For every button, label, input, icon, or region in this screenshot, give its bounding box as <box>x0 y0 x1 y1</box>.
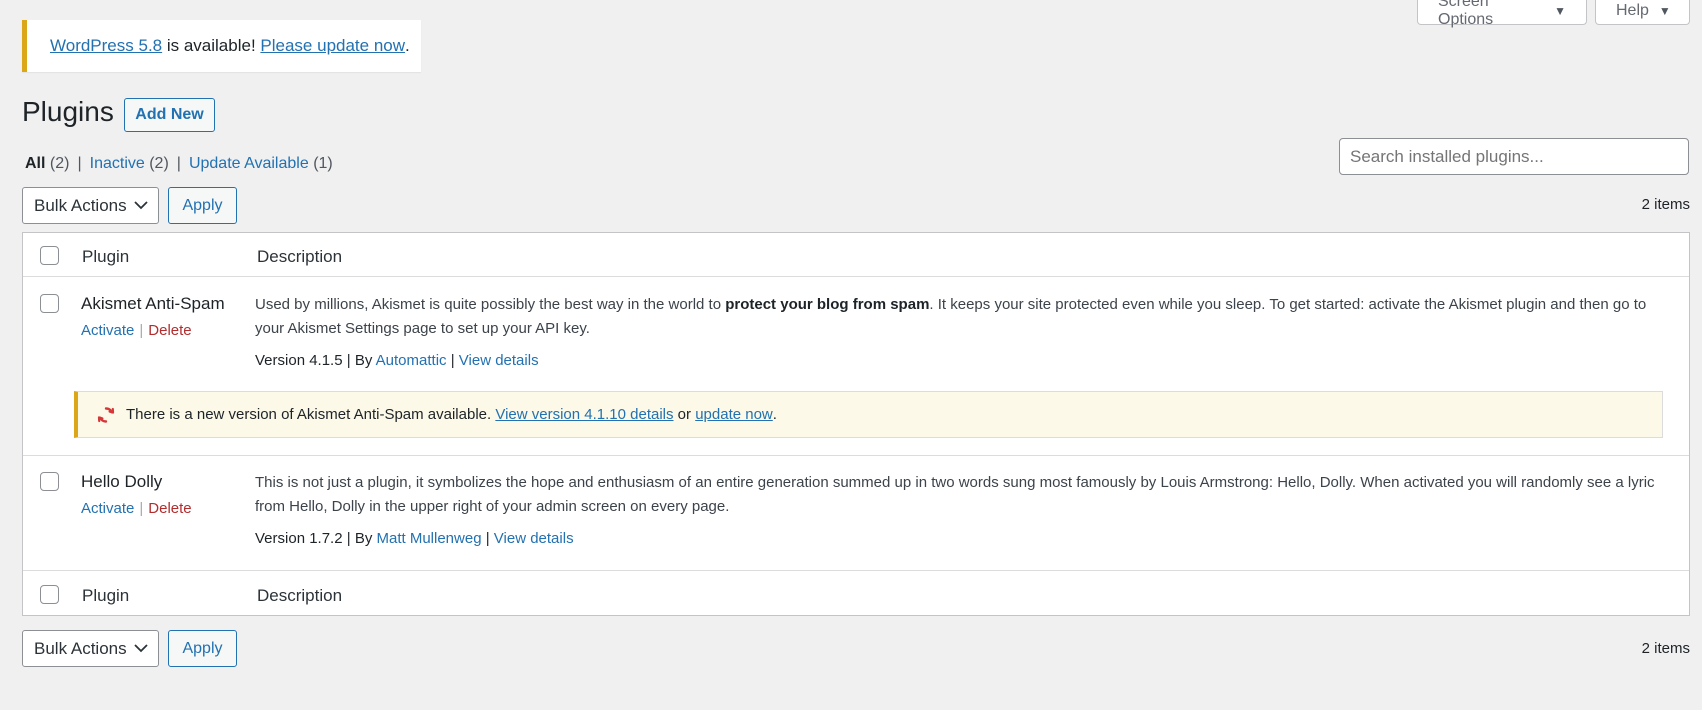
bulk-actions-select-top[interactable]: Bulk Actions <box>22 187 159 224</box>
search-plugins-input[interactable] <box>1339 138 1689 175</box>
activate-link[interactable]: Activate <box>81 322 134 339</box>
bulk-actions-label: Bulk Actions <box>34 195 127 215</box>
plugin-author-link[interactable]: Automattic <box>376 352 447 369</box>
plugin-version: Version 4.1.5 <box>255 352 343 369</box>
activate-link[interactable]: Activate <box>81 500 134 517</box>
column-footer-plugin[interactable]: Plugin <box>82 586 129 606</box>
help-label: Help <box>1616 2 1649 19</box>
delete-link[interactable]: Delete <box>148 500 191 517</box>
filter-inactive[interactable]: Inactive (2) <box>90 155 169 173</box>
filter-update-available[interactable]: Update Available (1) <box>189 155 333 173</box>
view-details-link[interactable]: View details <box>494 530 574 547</box>
chevron-down-icon <box>134 199 148 213</box>
caret-down-icon: ▼ <box>1554 4 1566 18</box>
plugin-version-line: Version 4.1.5 | By Automattic | View det… <box>255 352 539 369</box>
filter-inactive-label: Inactive <box>89 155 145 172</box>
update-notice-end: . <box>772 406 777 423</box>
plugin-name: Hello Dolly <box>81 472 163 491</box>
filter-update-available-count: (1) <box>313 155 333 172</box>
meta-separator: | <box>485 530 490 547</box>
please-update-link[interactable]: Please update now <box>260 36 405 56</box>
update-nag: WordPress 5.8 is available! Please updat… <box>22 20 421 72</box>
by-label: By <box>354 530 373 547</box>
description-bold-text: protect your blog from spam <box>725 296 930 313</box>
items-count-bottom: 2 items <box>1641 640 1690 657</box>
row-action-separator: | <box>139 322 144 339</box>
view-details-link[interactable]: View details <box>459 352 539 369</box>
update-notice-text: There is a new version of Akismet Anti-S… <box>126 406 496 423</box>
filter-separator: | <box>77 155 82 172</box>
plugin-checkbox[interactable] <box>40 472 59 491</box>
meta-separator: | <box>450 352 455 369</box>
delete-link[interactable]: Delete <box>148 322 191 339</box>
description-text: Used by millions, Akismet is quite possi… <box>255 296 726 313</box>
plugin-status-filters: All (2) | Inactive (2) | Update Availabl… <box>25 155 333 173</box>
bulk-actions-select-bottom[interactable]: Bulk Actions <box>22 630 159 667</box>
plugin-checkbox[interactable] <box>40 294 59 313</box>
filter-all-label: All <box>25 155 46 172</box>
filter-separator: | <box>176 155 181 172</box>
update-icon <box>96 405 116 425</box>
filter-all-count: (2) <box>49 155 70 172</box>
plugin-author-link[interactable]: Matt Mullenweg <box>377 530 482 547</box>
column-footer-description: Description <box>257 586 343 605</box>
wordpress-version-link[interactable]: WordPress 5.8 <box>50 36 162 56</box>
screen-options-tab[interactable]: Screen Options ▼ <box>1417 0 1587 28</box>
plugin-update-notice: There is a new version of Akismet Anti-S… <box>74 391 1663 438</box>
chevron-down-icon <box>134 642 148 656</box>
caret-down-icon: ▼ <box>1658 4 1671 18</box>
screen-options-label: Screen Options <box>1438 0 1494 28</box>
update-nag-text: is available! <box>162 36 261 55</box>
plugin-name: Akismet Anti-Spam <box>81 294 225 313</box>
add-new-button[interactable]: Add New <box>124 98 215 132</box>
help-tab[interactable]: Help ▼ <box>1595 0 1690 25</box>
header-divider <box>23 276 1689 277</box>
page-title: Plugins <box>22 96 114 127</box>
footer-divider <box>23 570 1689 571</box>
column-header-plugin[interactable]: Plugin <box>82 247 129 267</box>
plugin-description: This is not just a plugin, it symbolizes… <box>255 474 1655 515</box>
plugins-table: Plugin Description Akismet Anti-Spam Act… <box>22 232 1690 616</box>
update-notice-or: or <box>673 406 696 423</box>
update-now-link[interactable]: update now <box>695 406 773 423</box>
row-action-separator: | <box>139 500 144 517</box>
plugin-version: Version 1.7.2 <box>255 530 343 547</box>
column-header-description: Description <box>257 247 343 266</box>
by-label: By <box>354 352 373 369</box>
plugin-description: Used by millions, Akismet is quite possi… <box>255 293 1665 341</box>
view-version-details-link[interactable]: View version 4.1.10 details <box>495 406 673 423</box>
meta-separator: | <box>346 352 351 369</box>
plugin-version-line: Version 1.7.2 | By Matt Mullenweg | View… <box>255 530 574 547</box>
row-actions: Activate | Delete <box>81 322 192 339</box>
apply-button-bottom[interactable]: Apply <box>168 630 237 667</box>
row-actions: Activate | Delete <box>81 500 192 517</box>
update-nag-end: . <box>405 36 410 55</box>
filter-inactive-count: (2) <box>149 155 169 172</box>
select-all-checkbox[interactable] <box>40 246 59 265</box>
row-divider <box>23 455 1689 456</box>
select-all-checkbox-footer[interactable] <box>40 585 59 604</box>
apply-button-top[interactable]: Apply <box>168 187 237 224</box>
items-count-top: 2 items <box>1641 196 1690 213</box>
meta-separator: | <box>346 530 351 547</box>
filter-all[interactable]: All (2) <box>25 155 69 173</box>
bulk-actions-label: Bulk Actions <box>34 638 127 658</box>
filter-update-available-label: Update Available <box>188 155 309 172</box>
